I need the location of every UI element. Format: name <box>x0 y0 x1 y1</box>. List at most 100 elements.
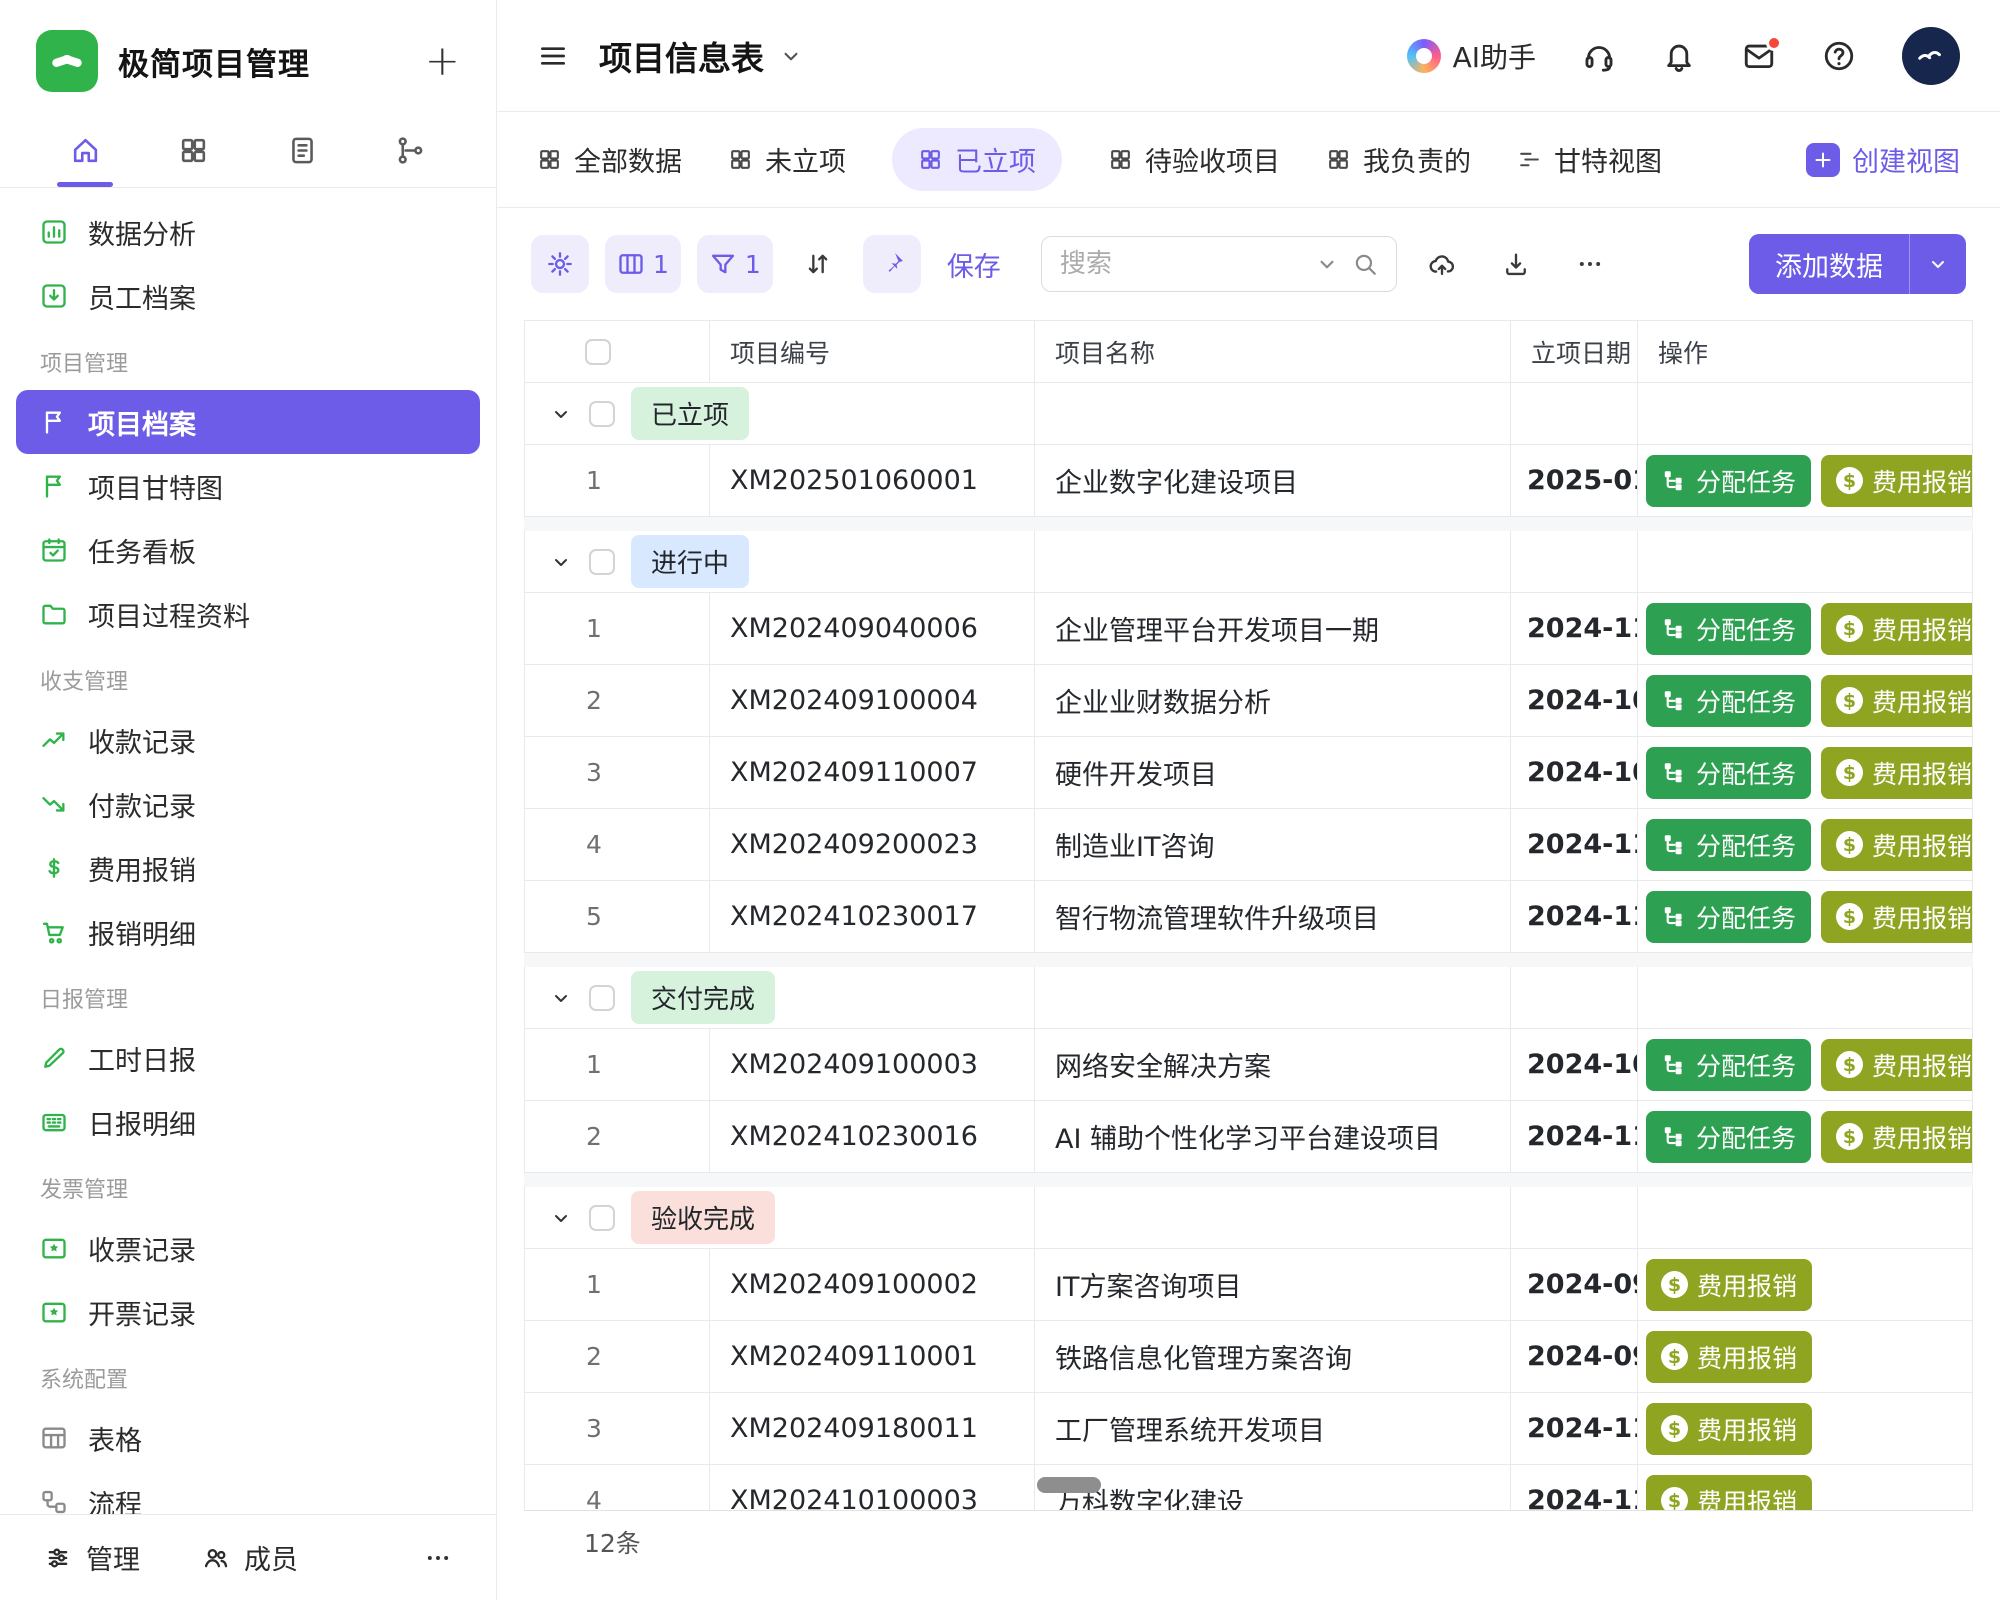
sidebar-item[interactable]: 工时日报 <box>16 1026 480 1090</box>
assign-task-button[interactable]: 分配任务 <box>1646 747 1811 799</box>
project-date-cell[interactable]: 2025-01 <box>1511 445 1638 516</box>
save-button[interactable]: 保存 <box>947 245 1001 284</box>
filter-button[interactable]: 1 <box>697 235 773 293</box>
project-id-cell[interactable]: XM202409110007 <box>710 737 1035 808</box>
table-row[interactable]: 2XM202409110001铁路信息化管理方案咨询2024-09$费用报销 <box>524 1321 1973 1393</box>
table-row[interactable]: 1XM202409100003网络安全解决方案2024-10分配任务$费用报销 <box>524 1029 1973 1101</box>
project-id-cell[interactable]: XM202410230017 <box>710 881 1035 952</box>
assign-task-button[interactable]: 分配任务 <box>1646 1111 1811 1163</box>
project-name-cell[interactable]: AI 辅助个性化学习平台建设项目 <box>1035 1101 1511 1172</box>
view-tab[interactable]: 待验收项目 <box>1108 140 1280 179</box>
sidebar-item[interactable]: 项目档案 <box>16 390 480 454</box>
group-checkbox[interactable] <box>589 985 615 1011</box>
table-row[interactable]: 5XM202410230017智行物流管理软件升级项目2024-11分配任务$费… <box>524 881 1973 953</box>
project-date-cell[interactable]: 2024-11 <box>1511 881 1638 952</box>
column-header-project-id[interactable]: 项目编号 <box>710 321 1035 382</box>
sidebar-item[interactable]: 流程 <box>16 1470 480 1514</box>
project-date-cell[interactable]: 2024-10 <box>1511 737 1638 808</box>
project-name-cell[interactable]: 硬件开发项目 <box>1035 737 1511 808</box>
upload-button[interactable] <box>1413 235 1471 293</box>
expense-button[interactable]: $费用报销 <box>1646 1403 1812 1455</box>
project-id-cell[interactable]: XM202409180011 <box>710 1393 1035 1464</box>
help-icon[interactable] <box>1822 39 1856 73</box>
select-all-checkbox[interactable] <box>585 339 611 365</box>
project-id-cell[interactable]: XM202410230016 <box>710 1101 1035 1172</box>
support-headset-icon[interactable] <box>1582 39 1616 73</box>
project-id-cell[interactable]: XM202409200023 <box>710 809 1035 880</box>
sidebar-item[interactable]: 开票记录 <box>16 1280 480 1344</box>
settings-gear-button[interactable] <box>531 235 589 293</box>
assign-task-button[interactable]: 分配任务 <box>1646 1039 1811 1091</box>
horizontal-scrollbar-thumb[interactable] <box>1037 1477 1101 1493</box>
expense-button[interactable]: $费用报销 <box>1646 1475 1812 1511</box>
project-id-cell[interactable]: XM202409040006 <box>710 593 1035 664</box>
sidebar-item[interactable]: 收款记录 <box>16 708 480 772</box>
project-id-cell[interactable]: XM202501060001 <box>710 445 1035 516</box>
inbox-mail-icon[interactable] <box>1742 39 1776 73</box>
view-tab[interactable]: 甘特视图 <box>1517 140 1662 179</box>
project-date-cell[interactable]: 2024-11 <box>1511 1465 1638 1510</box>
group-collapse-icon[interactable] <box>549 986 573 1010</box>
download-button[interactable] <box>1487 235 1545 293</box>
column-header-project-name[interactable]: 项目名称 <box>1035 321 1511 382</box>
project-date-cell[interactable]: 2024-11 <box>1511 593 1638 664</box>
column-header-date[interactable]: 立项日期 <box>1511 321 1638 382</box>
project-name-cell[interactable]: 铁路信息化管理方案咨询 <box>1035 1321 1511 1392</box>
project-date-cell[interactable]: 2024-10 <box>1511 1029 1638 1100</box>
project-date-cell[interactable]: 2024-11 <box>1511 1101 1638 1172</box>
hamburger-menu-icon[interactable] <box>537 40 569 72</box>
project-date-cell[interactable]: 2024-09 <box>1511 1249 1638 1320</box>
sidebar-item[interactable]: 收票记录 <box>16 1216 480 1280</box>
sidebar-item[interactable]: 任务看板 <box>16 518 480 582</box>
project-id-cell[interactable]: XM202409100002 <box>710 1249 1035 1320</box>
members-button[interactable]: 成员 <box>202 1538 298 1577</box>
field-config-button[interactable]: 1 <box>605 235 681 293</box>
create-view-button[interactable]: 创建视图 <box>1806 140 1960 179</box>
search-icon[interactable] <box>1352 251 1378 277</box>
group-collapse-icon[interactable] <box>549 402 573 426</box>
table-row[interactable]: 4XM202409200023制造业IT咨询2024-11分配任务$费用报销 <box>524 809 1973 881</box>
table-row[interactable]: 2XM202409100004企业业财数据分析2024-10分配任务$费用报销 <box>524 665 1973 737</box>
project-id-cell[interactable]: XM202409110001 <box>710 1321 1035 1392</box>
project-name-cell[interactable]: 智行物流管理软件升级项目 <box>1035 881 1511 952</box>
add-data-button[interactable]: 添加数据 <box>1749 234 1966 294</box>
expense-button[interactable]: $费用报销 <box>1821 1111 1973 1163</box>
sidebar-tab[interactable] <box>161 114 227 187</box>
sidebar-tab[interactable] <box>378 114 444 187</box>
expense-button[interactable]: $费用报销 <box>1821 891 1973 943</box>
project-name-cell[interactable]: 企业业财数据分析 <box>1035 665 1511 736</box>
pin-button[interactable] <box>863 235 921 293</box>
manage-button[interactable]: 管理 <box>44 1538 140 1577</box>
sidebar-tab[interactable] <box>269 114 335 187</box>
group-checkbox[interactable] <box>589 549 615 575</box>
view-tab[interactable]: 我负责的 <box>1326 140 1471 179</box>
table-row[interactable]: 1XM202501060001企业数字化建设项目2025-01分配任务$费用报销 <box>524 445 1973 517</box>
sidebar-item[interactable]: 数据分析 <box>16 200 480 264</box>
sort-button[interactable] <box>789 235 847 293</box>
more-actions-button[interactable] <box>1561 235 1619 293</box>
page-title[interactable]: 项目信息表 <box>599 32 804 80</box>
expense-button[interactable]: $费用报销 <box>1821 1039 1973 1091</box>
expense-button[interactable]: $费用报销 <box>1821 603 1973 655</box>
table-row[interactable]: 1XM202409040006企业管理平台开发项目一期2024-11分配任务$费… <box>524 593 1973 665</box>
assign-task-button[interactable]: 分配任务 <box>1646 603 1811 655</box>
table-row[interactable]: 1XM202409100002IT方案咨询项目2024-09$费用报销 <box>524 1249 1973 1321</box>
table-row[interactable]: 3XM202409180011工厂管理系统开发项目2024-11$费用报销 <box>524 1393 1973 1465</box>
add-workspace-button[interactable]: + <box>425 40 460 82</box>
sidebar-tab[interactable] <box>52 114 118 187</box>
project-name-cell[interactable]: IT方案咨询项目 <box>1035 1249 1511 1320</box>
sidebar-item[interactable]: 日报明细 <box>16 1090 480 1154</box>
sidebar-item[interactable]: 费用报销 <box>16 836 480 900</box>
project-name-cell[interactable]: 企业管理平台开发项目一期 <box>1035 593 1511 664</box>
view-tab[interactable]: 全部数据 <box>537 140 682 179</box>
view-tab[interactable]: 已立项 <box>892 128 1062 191</box>
project-name-cell[interactable]: 工厂管理系统开发项目 <box>1035 1393 1511 1464</box>
expense-button[interactable]: $费用报销 <box>1646 1331 1812 1383</box>
project-name-cell[interactable]: 万科数字化建设 <box>1035 1465 1511 1510</box>
search-scope-chevron-icon[interactable] <box>1314 251 1340 277</box>
ai-assistant-button[interactable]: AI助手 <box>1407 36 1536 76</box>
expense-button[interactable]: $费用报销 <box>1646 1259 1812 1311</box>
sidebar-item[interactable]: 表格 <box>16 1406 480 1470</box>
project-date-cell[interactable]: 2024-11 <box>1511 1393 1638 1464</box>
notifications-bell-icon[interactable] <box>1662 39 1696 73</box>
